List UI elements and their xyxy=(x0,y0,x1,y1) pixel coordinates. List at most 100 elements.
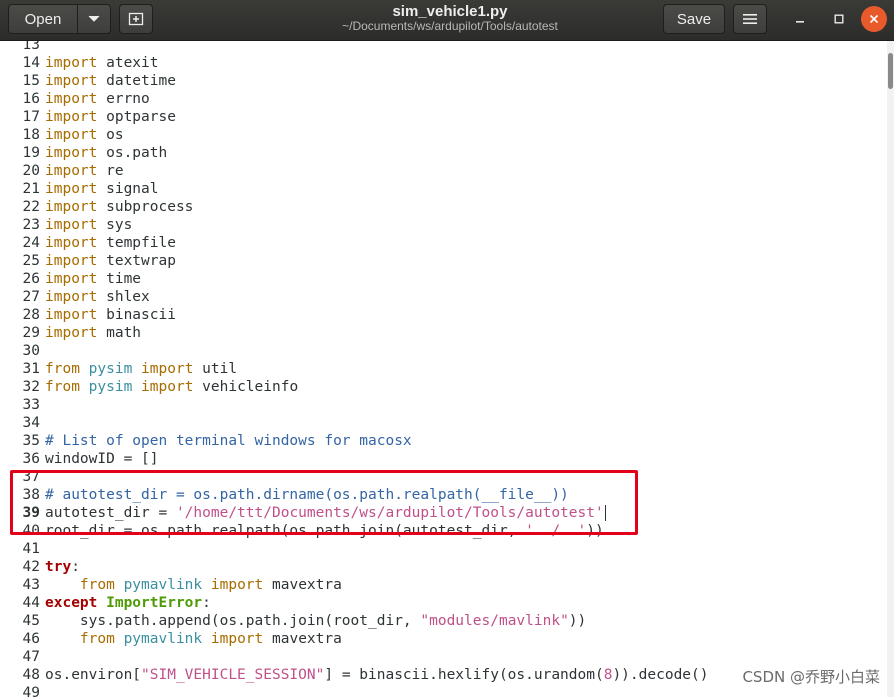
code-line[interactable]: 27 import shlex xyxy=(0,288,150,306)
code-token: import xyxy=(45,217,107,233)
code-line[interactable]: 36 windowID = [] xyxy=(0,450,159,468)
code-line[interactable]: 28 import binascii xyxy=(0,306,176,324)
chevron-down-icon xyxy=(88,15,100,22)
code-line[interactable]: 42 try: xyxy=(0,558,80,576)
minimize-button[interactable] xyxy=(787,6,813,32)
open-recent-dropdown-button[interactable] xyxy=(77,4,111,34)
code-token: pymavlink xyxy=(123,631,211,647)
code-line[interactable]: 43 from pymavlink import mavextra xyxy=(0,576,342,594)
code-line[interactable]: 44 except ImportError: xyxy=(0,594,211,612)
code-text: import errno xyxy=(45,90,150,108)
line-number: 28 xyxy=(22,307,40,323)
close-button[interactable] xyxy=(861,6,887,32)
code-text: import atexit xyxy=(45,54,159,72)
code-line[interactable]: 19 import os.path xyxy=(0,144,168,162)
code-line[interactable]: 47 xyxy=(0,648,40,666)
code-token: from xyxy=(45,379,89,395)
code-token: subprocess xyxy=(106,199,194,215)
code-token: "modules/mavlink" xyxy=(420,613,569,629)
header-bar: Open sim_vehicle1.py ~/Documents/ws/ardu… xyxy=(0,0,894,41)
code-token: # List of open terminal windows for maco… xyxy=(45,433,412,449)
code-token: import xyxy=(141,361,203,377)
code-text: import time xyxy=(45,270,141,288)
code-text: import re xyxy=(45,162,124,180)
code-token: import xyxy=(45,91,107,107)
code-token: : xyxy=(202,595,211,611)
code-line[interactable]: 17 import optparse xyxy=(0,108,176,126)
line-number: 43 xyxy=(22,577,40,593)
line-number: 21 xyxy=(22,181,40,197)
code-line[interactable]: 13 xyxy=(0,41,40,54)
code-line[interactable]: 21 import signal xyxy=(0,180,159,198)
line-number: 42 xyxy=(22,559,40,575)
code-text: except ImportError: xyxy=(45,594,211,612)
code-line[interactable]: 18 import os xyxy=(0,126,124,144)
code-line[interactable]: 34 xyxy=(0,414,40,432)
code-token: import xyxy=(45,127,107,143)
code-line[interactable]: 33 xyxy=(0,396,40,414)
code-line[interactable]: 45 sys.path.append(os.path.join(root_dir… xyxy=(0,612,587,630)
code-line[interactable]: 22 import subprocess xyxy=(0,198,194,216)
code-token: pysim xyxy=(88,361,142,377)
code-text: import os xyxy=(45,126,124,144)
code-line[interactable]: 29 import math xyxy=(0,324,142,342)
code-text: from pysim import vehicleinfo xyxy=(45,378,298,396)
code-text: import tempfile xyxy=(45,234,176,252)
code-text: import sys xyxy=(45,216,132,234)
line-number: 36 xyxy=(22,451,40,467)
line-number: 35 xyxy=(22,433,40,449)
code-token: binascii xyxy=(106,307,176,323)
line-number: 29 xyxy=(22,325,40,341)
line-number: 44 xyxy=(22,595,40,611)
code-token: try xyxy=(45,559,72,575)
code-text: from pysim import util xyxy=(45,360,237,378)
code-line[interactable]: 25 import textwrap xyxy=(0,252,176,270)
code-token: import xyxy=(45,271,107,287)
code-token: time xyxy=(106,271,142,287)
code-line[interactable]: 35 # List of open terminal windows for ma… xyxy=(0,432,412,450)
line-number: 45 xyxy=(22,613,40,629)
code-text: import os.path xyxy=(45,144,167,162)
code-token: import xyxy=(45,253,107,269)
code-token: import xyxy=(210,577,272,593)
code-line[interactable]: 46 from pymavlink import mavextra xyxy=(0,630,342,648)
hamburger-menu-button[interactable] xyxy=(733,4,767,34)
code-line[interactable]: 14 import atexit xyxy=(0,54,159,72)
code-token: signal xyxy=(106,181,159,197)
code-line[interactable]: 15 import datetime xyxy=(0,72,176,90)
code-text: try: xyxy=(45,558,80,576)
code-line[interactable]: 23 import sys xyxy=(0,216,133,234)
scrollbar-thumb[interactable] xyxy=(888,53,893,89)
code-editor[interactable]: 13 14 import atexit 15 import datetime 16 impo… xyxy=(0,41,887,697)
line-number: 27 xyxy=(22,289,40,305)
code-line[interactable]: 41 xyxy=(0,540,40,558)
line-number: 14 xyxy=(22,55,40,71)
save-button[interactable]: Save xyxy=(663,4,725,34)
line-number: 48 xyxy=(22,667,40,683)
code-token: import xyxy=(45,181,107,197)
code-token: pymavlink xyxy=(123,577,211,593)
code-line[interactable]: 16 import errno xyxy=(0,90,150,108)
code-token: import xyxy=(45,109,107,125)
code-line[interactable]: 31 from pysim import util xyxy=(0,360,238,378)
code-text: windowID = [] xyxy=(45,450,159,468)
code-token: mavextra xyxy=(272,577,342,593)
code-line[interactable]: 24 import tempfile xyxy=(0,234,176,252)
new-tab-button[interactable] xyxy=(119,4,153,34)
code-line[interactable]: 30 xyxy=(0,342,40,360)
code-token: math xyxy=(106,325,142,341)
maximize-button[interactable] xyxy=(826,6,852,32)
code-line[interactable]: 49 xyxy=(0,684,40,697)
vertical-scrollbar[interactable] xyxy=(887,41,894,697)
code-token: re xyxy=(106,163,124,179)
open-button[interactable]: Open xyxy=(8,4,78,34)
code-token: textwrap xyxy=(106,253,176,269)
code-line[interactable]: 26 import time xyxy=(0,270,142,288)
code-text: import datetime xyxy=(45,72,176,90)
code-token: atexit xyxy=(106,55,159,71)
code-line[interactable]: 20 import re xyxy=(0,162,124,180)
code-line[interactable]: 48 os.environ["SIM_VEHICLE_SESSION"] = bi… xyxy=(0,666,709,684)
code-token: import xyxy=(45,55,107,71)
code-token: import xyxy=(141,379,203,395)
code-line[interactable]: 32 from pysim import vehicleinfo xyxy=(0,378,299,396)
